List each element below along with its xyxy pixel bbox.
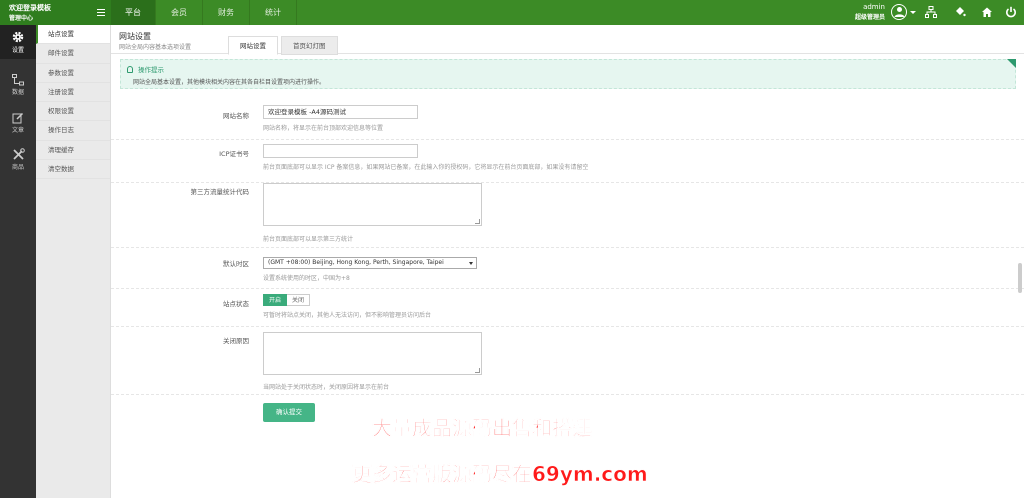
close-reason-label: 关闭原因 (223, 337, 249, 345)
chevron-down-icon (469, 262, 473, 265)
icp-input[interactable] (263, 144, 418, 158)
submenu-item-clear-cache[interactable]: 清理缓存 (36, 141, 110, 161)
tip-text: 网站全局基本设置，其他模块相关内容在其各自栏目设置项内进行操作。 (133, 79, 326, 86)
scrollbar-thumb[interactable] (1018, 263, 1022, 293)
icon-sidebar: 设置 数据 文章 商品 (0, 25, 36, 498)
submenu-item-site-settings[interactable]: 站点设置 (36, 25, 110, 45)
home-icon[interactable] (981, 6, 993, 18)
sitemap-icon (12, 74, 24, 86)
nav-tab-finance[interactable]: 财务 (203, 0, 250, 25)
gear-icon (12, 31, 24, 43)
form-row-timezone: 默认时区 (GMT +08:00) Beijing, Hong Kong, Pe… (111, 248, 1024, 289)
timezone-value: (GMT +08:00) Beijing, Hong Kong, Perth, … (268, 259, 444, 266)
submenu-item-clear-data[interactable]: 清空数据 (36, 160, 110, 180)
status-label: 站点状态 (223, 300, 249, 308)
sidebar-item-goods[interactable]: 商品 (0, 143, 36, 177)
status-off-button[interactable]: 关闭 (287, 294, 311, 306)
sub-menu: 站点设置 邮件设置 参数设置 注册设置 权限设置 操作日志 清理缓存 清空数据 (36, 25, 111, 498)
watermark-line-2: 更多运营版源码尽在69ym.com (352, 462, 648, 487)
status-on-button[interactable]: 开启 (263, 294, 288, 306)
close-reason-hint: 当网站处于关闭状态时，关闭原因将显示在前台 (263, 384, 390, 391)
form-row-icp: ICP证书号 前台页面底部可以显示 ICP 备案信息，如果网站已备案，在此输入你… (111, 140, 1024, 183)
top-bar: 欢迎登录模板 管理中心 平台 会员 财务 统计 admin 超级管理员 (0, 0, 1024, 25)
edit-icon (12, 112, 24, 124)
submenu-item-register-settings[interactable]: 注册设置 (36, 83, 110, 103)
submit-button[interactable]: 确认提交 (263, 403, 315, 422)
paint-bucket-icon[interactable] (954, 6, 966, 18)
power-icon[interactable] (1005, 6, 1017, 18)
status-hint: 可暂时将站点关闭，其他人无法访问，但不影响管理员访问后台 (263, 312, 432, 319)
avatar[interactable] (891, 4, 907, 20)
site-name-hint: 网站名称，将显示在前台顶部欢迎信息等位置 (263, 125, 384, 132)
page-subtitle: 网站全局内容基本选项设置 (119, 44, 192, 51)
stats-textarea[interactable] (263, 183, 482, 226)
nav-tab-stats[interactable]: 统计 (250, 0, 297, 25)
timezone-select[interactable]: (GMT +08:00) Beijing, Hong Kong, Perth, … (263, 257, 477, 269)
sidebar-label: 设置 (11, 47, 24, 54)
timezone-label: 默认时区 (223, 260, 249, 268)
tools-icon (12, 148, 25, 160)
page-header: 网站设置 网站全局内容基本选项设置 网站设置 首页幻灯图 (111, 25, 1024, 55)
chevron-down-icon[interactable] (910, 11, 916, 14)
stats-label: 第三方流量统计代码 (190, 188, 250, 196)
form-row-site-name: 网站名称 欢迎登录模板 -A4源码测试 网站名称，将显示在前台顶部欢迎信息等位置 (111, 95, 1024, 140)
submenu-item-param-settings[interactable]: 参数设置 (36, 64, 110, 83)
close-reason-textarea[interactable] (263, 332, 482, 375)
user-info[interactable]: admin 超级管理员 (855, 3, 885, 21)
icp-label: ICP证书号 (219, 150, 249, 158)
tab-home-slides[interactable]: 首页幻灯图 (281, 36, 338, 55)
lightbulb-icon (127, 66, 133, 73)
submenu-item-email-settings[interactable]: 邮件设置 (36, 44, 110, 64)
sidebar-label: 数据 (11, 89, 24, 96)
status-toggle[interactable]: 开启 关闭 (263, 294, 311, 306)
nav-tab-members[interactable]: 会员 (156, 0, 203, 25)
sidebar-item-data[interactable]: 数据 (0, 69, 36, 103)
collapse-corner-icon[interactable] (1007, 59, 1016, 68)
sidebar-label: 商品 (11, 164, 24, 171)
site-name-input[interactable]: 欢迎登录模板 -A4源码测试 (263, 105, 418, 119)
stats-hint: 前台页面底部可以显示第三方统计 (263, 236, 354, 243)
user-name: admin (863, 3, 885, 11)
page-tabs: 网站设置 首页幻灯图 (228, 36, 341, 55)
form-row-stats: 第三方流量统计代码 前台页面底部可以显示第三方统计 (111, 183, 1024, 248)
brand-subtitle: 管理中心 (9, 15, 34, 22)
submenu-item-permission-settings[interactable]: 权限设置 (36, 102, 110, 122)
tab-site-settings[interactable]: 网站设置 (228, 36, 278, 55)
form-row-status: 站点状态 开启 关闭 可暂时将站点关闭，其他人无法访问，但不影响管理员访问后台 (111, 289, 1024, 327)
site-name-label: 网站名称 (223, 112, 249, 120)
page-title: 网站设置 (119, 32, 151, 41)
sidebar-item-settings[interactable]: 设置 (0, 25, 36, 59)
main-nav: 平台 会员 财务 统计 (111, 0, 297, 25)
brand-title: 欢迎登录模板 (9, 4, 51, 12)
sidebar-item-articles[interactable]: 文章 (0, 107, 36, 141)
timezone-hint: 设置系统使用的时区，中国为+8 (263, 275, 350, 282)
sidebar-label: 文章 (11, 127, 24, 134)
watermark-line-1: 大量成品源码出售和搭建 (372, 416, 593, 441)
tip-box: 操作提示 网站全局基本设置，其他模块相关内容在其各自栏目设置项内进行操作。 (120, 59, 1016, 89)
sitemap-icon[interactable] (925, 6, 937, 18)
tip-title-text: 操作提示 (138, 66, 164, 74)
icp-hint: 前台页面底部可以显示 ICP 备案信息，如果网站已备案，在此输入你的授权码，它将… (263, 164, 589, 171)
brand: 欢迎登录模板 管理中心 (0, 0, 111, 25)
form-row-close-reason: 关闭原因 当网站处于关闭状态时，关闭原因将显示在前台 (111, 327, 1024, 395)
user-role: 超级管理员 (854, 14, 885, 21)
tip-title: 操作提示 (127, 64, 164, 74)
submenu-item-operation-log[interactable]: 操作日志 (36, 121, 110, 141)
nav-tab-platform[interactable]: 平台 (111, 0, 156, 25)
menu-toggle-icon[interactable] (97, 9, 105, 16)
